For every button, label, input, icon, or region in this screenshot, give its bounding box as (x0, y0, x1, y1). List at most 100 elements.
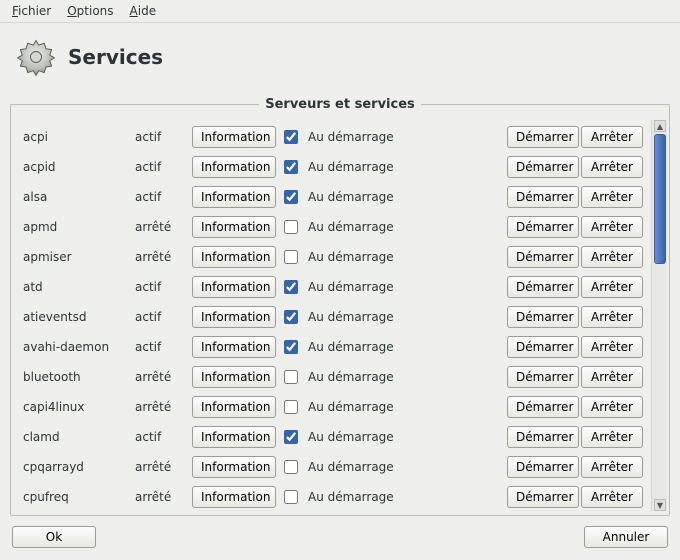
boot-checkbox[interactable] (284, 280, 298, 294)
menu-options-mnemonic: O (67, 4, 76, 18)
stop-button[interactable]: Arrêter (581, 216, 643, 238)
dialog-footer: Ok Annuler (0, 516, 680, 560)
boot-checkbox[interactable] (284, 340, 298, 354)
boot-label: Au démarrage (304, 190, 424, 204)
info-button[interactable]: Information (192, 336, 276, 358)
info-button[interactable]: Information (192, 186, 276, 208)
service-status: arrêté (135, 250, 190, 264)
service-row: avahi-daemon actif Information Au démarr… (23, 332, 643, 362)
service-name: acpi (23, 130, 133, 144)
header: Services (0, 23, 680, 97)
info-button[interactable]: Information (192, 426, 276, 448)
boot-checkbox[interactable] (284, 310, 298, 324)
start-button[interactable]: Démarrer (507, 336, 579, 358)
vertical-scrollbar[interactable]: ▲ ▼ (651, 120, 667, 511)
info-button[interactable]: Information (192, 156, 276, 178)
service-status: arrêté (135, 400, 190, 414)
menu-options-rest: ptions (77, 4, 114, 18)
start-button[interactable]: Démarrer (507, 486, 579, 508)
scroll-down-arrow[interactable]: ▼ (654, 499, 666, 511)
boot-checkbox-cell (278, 307, 302, 327)
service-name: apmiser (23, 250, 133, 264)
start-button[interactable]: Démarrer (507, 186, 579, 208)
boot-checkbox-cell (278, 397, 302, 417)
boot-checkbox[interactable] (284, 460, 298, 474)
start-button[interactable]: Démarrer (507, 126, 579, 148)
boot-checkbox[interactable] (284, 160, 298, 174)
service-name: capi4linux (23, 400, 133, 414)
boot-checkbox[interactable] (284, 130, 298, 144)
menu-options[interactable]: Options (61, 2, 119, 20)
service-row: cpqarrayd arrêté Information Au démarrag… (23, 452, 643, 482)
service-status: arrêté (135, 460, 190, 474)
info-button[interactable]: Information (192, 306, 276, 328)
service-status: arrêté (135, 490, 190, 504)
info-button[interactable]: Information (192, 366, 276, 388)
stop-button[interactable]: Arrêter (581, 426, 643, 448)
boot-checkbox-cell (278, 247, 302, 267)
service-status: arrêté (135, 220, 190, 234)
service-status: actif (135, 340, 190, 354)
start-button[interactable]: Démarrer (507, 246, 579, 268)
page-title: Services (68, 45, 163, 69)
stop-button[interactable]: Arrêter (581, 366, 643, 388)
start-button[interactable]: Démarrer (507, 216, 579, 238)
service-status: actif (135, 190, 190, 204)
cancel-button[interactable]: Annuler (584, 526, 668, 548)
stop-button[interactable]: Arrêter (581, 246, 643, 268)
boot-label: Au démarrage (304, 400, 424, 414)
service-row: clamd actif Information Au démarrage Dém… (23, 422, 643, 452)
info-button[interactable]: Information (192, 276, 276, 298)
boot-checkbox[interactable] (284, 190, 298, 204)
menu-file[interactable]: Fichier (6, 2, 57, 20)
start-button[interactable]: Démarrer (507, 366, 579, 388)
menu-help[interactable]: Aide (124, 2, 163, 20)
boot-checkbox[interactable] (284, 250, 298, 264)
boot-checkbox-cell (278, 487, 302, 507)
scroll-thumb[interactable] (654, 134, 666, 264)
menu-help-mnemonic: A (130, 4, 138, 18)
stop-button[interactable]: Arrêter (581, 156, 643, 178)
info-button[interactable]: Information (192, 216, 276, 238)
stop-button[interactable]: Arrêter (581, 336, 643, 358)
info-button[interactable]: Information (192, 126, 276, 148)
services-list: acpi actif Information Au démarrage Déma… (11, 120, 651, 511)
start-button[interactable]: Démarrer (507, 396, 579, 418)
service-name: atieventsd (23, 310, 133, 324)
boot-checkbox-cell (278, 127, 302, 147)
info-button[interactable]: Information (192, 456, 276, 478)
scroll-up-arrow[interactable]: ▲ (654, 120, 666, 132)
service-row: cpufreq arrêté Information Au démarrage … (23, 482, 643, 511)
stop-button[interactable]: Arrêter (581, 486, 643, 508)
service-row: acpid actif Information Au démarrage Dém… (23, 152, 643, 182)
boot-checkbox[interactable] (284, 430, 298, 444)
boot-label: Au démarrage (304, 370, 424, 384)
boot-checkbox-cell (278, 427, 302, 447)
service-row: apmd arrêté Information Au démarrage Dém… (23, 212, 643, 242)
stop-button[interactable]: Arrêter (581, 306, 643, 328)
ok-button[interactable]: Ok (12, 526, 96, 548)
boot-label: Au démarrage (304, 160, 424, 174)
service-status: actif (135, 130, 190, 144)
frame-title: Serveurs et services (259, 97, 421, 112)
boot-checkbox[interactable] (284, 400, 298, 414)
stop-button[interactable]: Arrêter (581, 186, 643, 208)
start-button[interactable]: Démarrer (507, 276, 579, 298)
info-button[interactable]: Information (192, 486, 276, 508)
boot-checkbox[interactable] (284, 490, 298, 504)
boot-checkbox[interactable] (284, 370, 298, 384)
boot-checkbox[interactable] (284, 220, 298, 234)
stop-button[interactable]: Arrêter (581, 396, 643, 418)
service-name: apmd (23, 220, 133, 234)
info-button[interactable]: Information (192, 396, 276, 418)
service-row: atd actif Information Au démarrage Démar… (23, 272, 643, 302)
start-button[interactable]: Démarrer (507, 156, 579, 178)
start-button[interactable]: Démarrer (507, 306, 579, 328)
frame-wrap: Serveurs et services acpi actif Informat… (0, 97, 680, 516)
start-button[interactable]: Démarrer (507, 456, 579, 478)
info-button[interactable]: Information (192, 246, 276, 268)
stop-button[interactable]: Arrêter (581, 276, 643, 298)
stop-button[interactable]: Arrêter (581, 126, 643, 148)
stop-button[interactable]: Arrêter (581, 456, 643, 478)
start-button[interactable]: Démarrer (507, 426, 579, 448)
